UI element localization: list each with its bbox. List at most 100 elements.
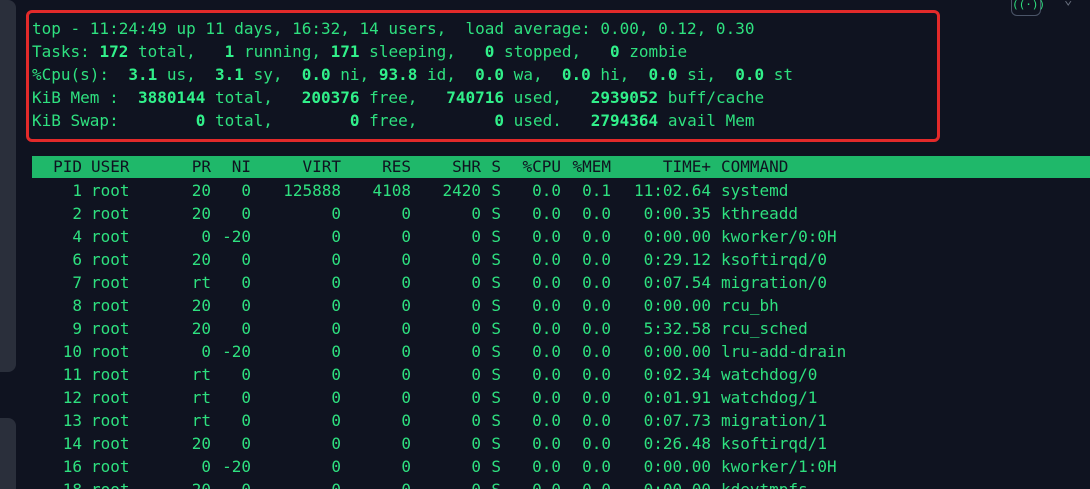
cell-res: 0 — [401, 388, 411, 407]
process-table-header: PID USER PR NI VIRT RES SHR S %CPU %MEM TIME+ COMMA… — [32, 156, 1090, 178]
table-row[interactable]: 1 root 20 0 125888 4108 2420 S 0.0 0.1 11:02.64 sys… — [32, 179, 788, 202]
column-header-res[interactable]: RES — [341, 156, 411, 178]
column-header-command[interactable]: COMMAND — [711, 156, 788, 178]
table-row[interactable]: 2 root 20 0 0 0 0 S 0.0 0.0 0:00.35 kthreadd — [32, 202, 798, 225]
table-row[interactable]: 7 root rt 0 0 0 0 S 0.0 0.0 0:07.54 migration/0 — [32, 271, 827, 294]
cell-pid: 4 — [72, 227, 82, 246]
table-row[interactable]: 4 root 0 -20 0 0 0 S 0.0 0.0 0:00.00 kworker/0:0H — [32, 225, 836, 248]
cell-ni: 0 — [241, 411, 251, 430]
table-row[interactable]: 16 root 0 -20 0 0 0 S 0.0 0.0 0:00.00 kworker/1:0H — [32, 455, 837, 478]
column-header-virt[interactable]: VIRT — [251, 156, 341, 178]
cell-pr: 20 — [171, 478, 211, 489]
cell-user: root — [91, 227, 130, 246]
cell-res: 0 — [401, 319, 411, 338]
column-header-pid[interactable]: PID — [32, 156, 82, 178]
cell-state: S — [491, 204, 501, 223]
cell-pid: 18 — [32, 478, 82, 489]
table-row[interactable]: 18root200000S0.00.00:00.00kdevtmpfs — [32, 478, 808, 489]
cell-cpu: 0.0 — [532, 273, 561, 292]
cell-command: kthreadd — [721, 204, 799, 223]
cell-command: rcu_bh — [721, 296, 779, 315]
cell-user: root — [82, 478, 171, 489]
cell-ni: 0 — [241, 250, 251, 269]
column-header-state[interactable]: S — [481, 156, 501, 178]
chevron-down-icon[interactable]: ⌄ — [1064, 0, 1072, 8]
cell-pr: rt — [191, 273, 211, 292]
cell-ni: 0 — [241, 388, 251, 407]
table-row[interactable]: 8 root 20 0 0 0 0 S 0.0 0.0 0:00.00 rcu_bh — [32, 294, 779, 317]
broadcast-icon[interactable]: ((·)) — [1011, 0, 1045, 16]
cell-command: watchdog/0 — [721, 365, 818, 384]
cell-mem: 0.0 — [582, 296, 611, 315]
cell-pr: 0 — [201, 227, 211, 246]
table-row[interactable]: 13 root rt 0 0 0 0 S 0.0 0.0 0:07.73 migration/1 — [32, 409, 827, 432]
table-row[interactable]: 11 root rt 0 0 0 0 S 0.0 0.0 0:02.34 watchdog/0 — [32, 363, 818, 386]
cell-command: migration/0 — [721, 273, 827, 292]
column-header-mem[interactable]: %MEM — [561, 156, 611, 178]
cell-shr: 0 — [471, 319, 481, 338]
cell-user: root — [91, 296, 130, 315]
column-header-time[interactable]: TIME+ — [611, 156, 711, 178]
cell-mem: 0.1 — [582, 181, 611, 200]
cell-virt: 0 — [331, 296, 341, 315]
cell-pr: rt — [191, 388, 211, 407]
cell-pid: 10 — [62, 342, 82, 361]
cell-res: 0 — [401, 250, 411, 269]
cell-virt: 0 — [331, 434, 341, 453]
cell-res: 0 — [401, 434, 411, 453]
cell-ni: 0 — [241, 273, 251, 292]
cell-user: root — [91, 181, 130, 200]
cell-mem: 0.0 — [582, 457, 611, 476]
left-panel-edge-lower — [0, 418, 16, 489]
table-row[interactable]: 9 root 20 0 0 0 0 S 0.0 0.0 5:32.58 rcu_sched — [32, 317, 807, 340]
cell-time: 0:01.91 — [643, 388, 711, 407]
cell-time: 0:00.00 — [643, 227, 711, 246]
terminal-window[interactable]: ((·)) ⌄ top - 11:24:49 up 11 days, 16:32… — [16, 0, 1090, 489]
table-row[interactable]: 6 root 20 0 0 0 0 S 0.0 0.0 0:29.12 ksoftirqd/0 — [32, 248, 827, 271]
cell-ni: 0 — [241, 296, 251, 315]
cell-pr: 20 — [191, 296, 211, 315]
cell-command: ksoftirqd/1 — [721, 434, 827, 453]
cell-res: 0 — [401, 457, 411, 476]
column-header-pr[interactable]: PR — [171, 156, 211, 178]
cell-pr: 20 — [191, 434, 211, 453]
cell-pr: 20 — [191, 319, 211, 338]
cell-cpu: 0.0 — [501, 478, 561, 489]
cell-shr: 0 — [471, 457, 481, 476]
column-header-user[interactable]: USER — [82, 156, 171, 178]
column-header-cpu[interactable]: %CPU — [501, 156, 561, 178]
cell-time: 0:29.12 — [643, 250, 711, 269]
cell-ni: 0 — [241, 181, 251, 200]
cell-user: root — [91, 411, 130, 430]
cell-shr: 0 — [471, 204, 481, 223]
cell-mem: 0.0 — [582, 319, 611, 338]
table-row[interactable]: 14 root 20 0 0 0 0 S 0.0 0.0 0:26.48 ksoftirqd/1 — [32, 432, 827, 455]
cell-pr: 20 — [191, 250, 211, 269]
cell-mem: 0.0 — [582, 204, 611, 223]
cell-virt: 0 — [331, 411, 341, 430]
column-header-ni[interactable]: NI — [211, 156, 251, 178]
cell-pid: 6 — [72, 250, 82, 269]
cell-virt: 0 — [331, 227, 341, 246]
cell-virt: 0 — [331, 273, 341, 292]
cell-time: 0:02.34 — [643, 365, 711, 384]
cell-state: S — [491, 319, 501, 338]
cell-pid: 11 — [62, 365, 82, 384]
table-row[interactable]: 10 root 0 -20 0 0 0 S 0.0 0.0 0:00.00 lru-add-drain — [32, 340, 847, 363]
cell-virt: 0 — [331, 204, 341, 223]
cell-state: S — [491, 342, 501, 361]
cell-virt: 0 — [331, 457, 341, 476]
cell-cpu: 0.0 — [532, 319, 561, 338]
cell-time: 5:32.58 — [643, 319, 711, 338]
left-panel-edge — [0, 0, 16, 372]
table-row[interactable]: 12 root rt 0 0 0 0 S 0.0 0.0 0:01.91 watchdog/1 — [32, 386, 818, 409]
cell-cpu: 0.0 — [532, 388, 561, 407]
column-header-shr[interactable]: SHR — [411, 156, 481, 178]
cell-shr: 0 — [471, 342, 481, 361]
cell-virt: 0 — [251, 478, 341, 489]
cell-user: root — [91, 434, 130, 453]
cell-res: 0 — [401, 227, 411, 246]
cell-mem: 0.0 — [582, 434, 611, 453]
cell-cpu: 0.0 — [532, 457, 561, 476]
swap-line: KiB Swap: 0 total, 0 free, 0 used. 27943… — [32, 111, 755, 130]
